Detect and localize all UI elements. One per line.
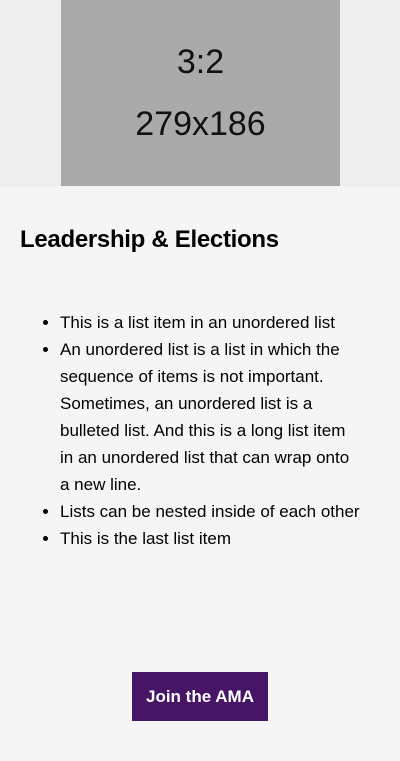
join-ama-button[interactable]: Join the AMA: [132, 672, 268, 721]
hero-band: 3:2 279x186: [0, 0, 400, 186]
list-item: Lists can be nested inside of each other: [60, 498, 360, 525]
bulleted-list: This is a list item in an unordered list…: [20, 309, 360, 552]
placeholder-size: 279x186: [135, 105, 266, 143]
list-item: This is the last list item: [60, 525, 360, 552]
placeholder-image: 3:2 279x186: [61, 0, 340, 186]
placeholder-ratio: 3:2: [176, 43, 225, 81]
list-item: This is a list item in an unordered list: [60, 309, 360, 336]
list-item: An unordered list is a list in which the…: [60, 336, 360, 498]
section-title: Leadership & Elections: [20, 226, 279, 253]
